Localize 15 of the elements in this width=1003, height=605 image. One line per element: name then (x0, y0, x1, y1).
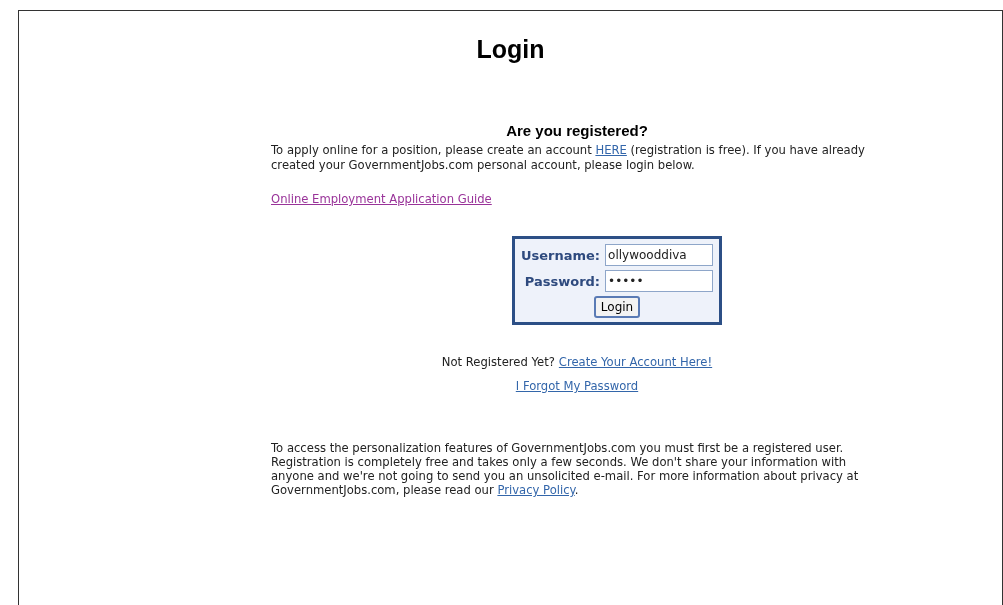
page-title: Login (476, 35, 545, 64)
password-field[interactable]: ••••• (605, 270, 714, 292)
intro-text: To apply online for a position, please create an account HERE (registration is free). If you have already created your GovernmentJobs.com personal account, please login below. (271, 143, 866, 173)
privacy-notice: To access the personalization features of GovernmentJobs.com you must first be a registered user. Registration is completely free and takes only a few seconds. We don't share your information with anyone and we're not going to send you an unsolicited e-mail. For more information about privacy at GovernmentJobs.com, please read our Privacy Policy. (271, 441, 860, 497)
section-heading: Are you registered? (506, 122, 648, 139)
guide-link[interactable]: Online Employment Application Guide (271, 192, 492, 206)
create-account-link[interactable]: Create Your Account Here! (558, 355, 713, 369)
username-field[interactable]: ollywooddiva (605, 244, 714, 266)
register-prompt: Not Registered Yet? (441, 355, 555, 369)
login-button[interactable]: Login (593, 296, 641, 318)
password-label: Password: (523, 273, 601, 289)
privacy-link[interactable]: Privacy Policy (497, 483, 575, 497)
here-link[interactable]: HERE (595, 143, 627, 157)
forgot-password-link[interactable]: I Forgot My Password (515, 379, 639, 393)
username-label: Username: (520, 247, 601, 263)
